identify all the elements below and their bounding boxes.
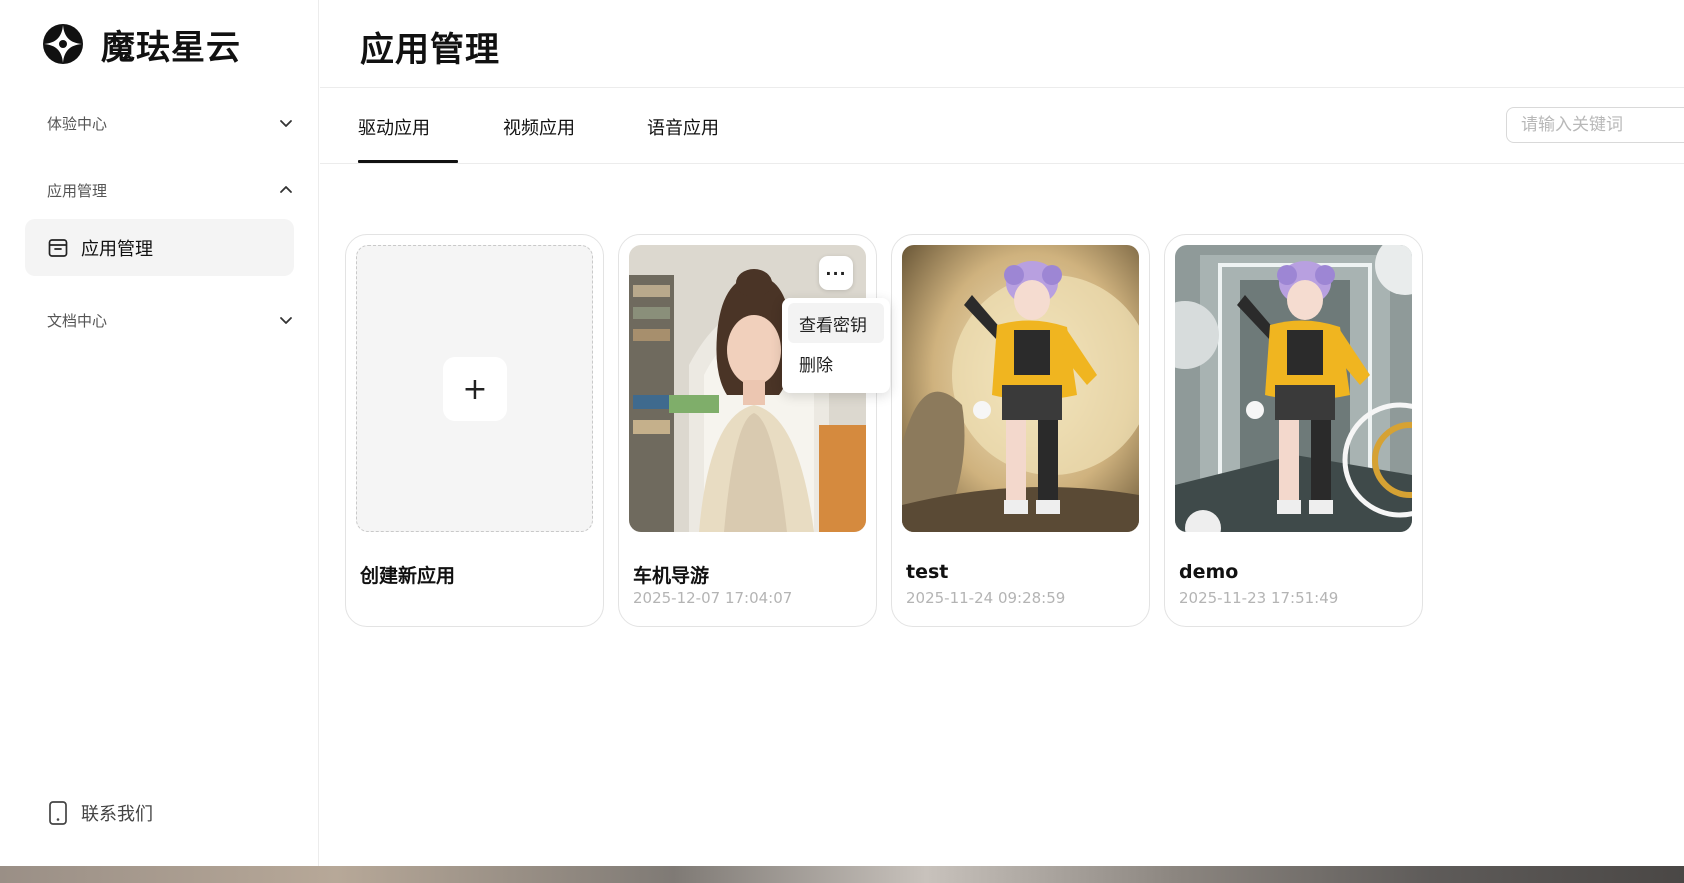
page-title: 应用管理 xyxy=(360,30,500,70)
sidebar-group-docs[interactable]: 文档中心 xyxy=(25,300,295,340)
create-app-label: 创建新应用 xyxy=(360,565,456,587)
app-card-date: 2025-11-23 17:51:49 xyxy=(1179,589,1339,607)
tab-video-apps[interactable]: 视频应用 xyxy=(503,114,575,140)
app-card[interactable]: demo 2025-11-23 17:51:49 xyxy=(1164,234,1423,627)
app-thumbnail-avatar-anime-girl xyxy=(902,245,1139,532)
menu-item-view-key[interactable]: 查看密钥 xyxy=(788,303,884,343)
tabs-divider xyxy=(320,163,1684,164)
app-card[interactable]: test 2025-11-24 09:28:59 xyxy=(891,234,1150,627)
more-horizontal-icon: ··· xyxy=(825,263,847,283)
app-card-date: 2025-11-24 09:28:59 xyxy=(906,589,1066,607)
app-card[interactable]: 车机导游 2025-12-07 17:04:07 xyxy=(618,234,877,627)
more-options-menu: 查看密钥 删除 xyxy=(782,298,890,393)
chevron-up-icon xyxy=(280,186,292,193)
more-options-button[interactable]: ··· xyxy=(819,256,853,290)
add-app-button[interactable]: + xyxy=(443,357,507,421)
create-app-card[interactable]: + 创建新应用 xyxy=(345,234,604,627)
sidebar-group-label: 体验中心 xyxy=(47,114,108,133)
tab-voice-apps[interactable]: 语音应用 xyxy=(647,114,719,140)
sidebar-group-app-management[interactable]: 应用管理 xyxy=(25,170,295,210)
chevron-down-icon xyxy=(280,120,292,127)
create-app-dropzone[interactable]: + xyxy=(356,245,593,532)
sidebar-group-label: 应用管理 xyxy=(47,181,108,200)
brand[interactable]: 魔珐星云 xyxy=(42,22,241,68)
menu-item-delete[interactable]: 删除 xyxy=(788,343,884,383)
sidebar-group-experience[interactable]: 体验中心 xyxy=(25,103,295,143)
tab-driver-apps[interactable]: 驱动应用 xyxy=(358,114,430,140)
sidebar: 魔珐星云 体验中心 应用管理 应用管理 文档中心 联系我们 xyxy=(0,0,319,866)
box-icon xyxy=(48,238,68,257)
chevron-down-icon xyxy=(280,317,292,324)
phone-icon xyxy=(49,801,67,825)
app-card-title: 车机导游 xyxy=(633,565,710,587)
brand-logo-icon xyxy=(43,24,83,64)
search-input[interactable] xyxy=(1506,107,1684,143)
header-divider xyxy=(320,87,1684,88)
app-card-date: 2025-12-07 17:04:07 xyxy=(633,589,793,607)
app-card-title: demo xyxy=(1179,561,1239,583)
app-thumbnail-avatar-anime-girl xyxy=(1175,245,1412,532)
sidebar-item-app-management[interactable]: 应用管理 xyxy=(25,219,294,276)
contact-us-link[interactable]: 联系我们 xyxy=(47,800,153,826)
contact-us-label: 联系我们 xyxy=(81,804,153,825)
plus-icon: + xyxy=(462,371,488,407)
brand-name: 魔珐星云 xyxy=(101,27,241,68)
app-card-title: test xyxy=(906,561,949,583)
desktop-taskbar-strip xyxy=(0,866,1684,883)
sidebar-group-label: 文档中心 xyxy=(47,311,108,330)
sidebar-item-label: 应用管理 xyxy=(81,238,153,260)
